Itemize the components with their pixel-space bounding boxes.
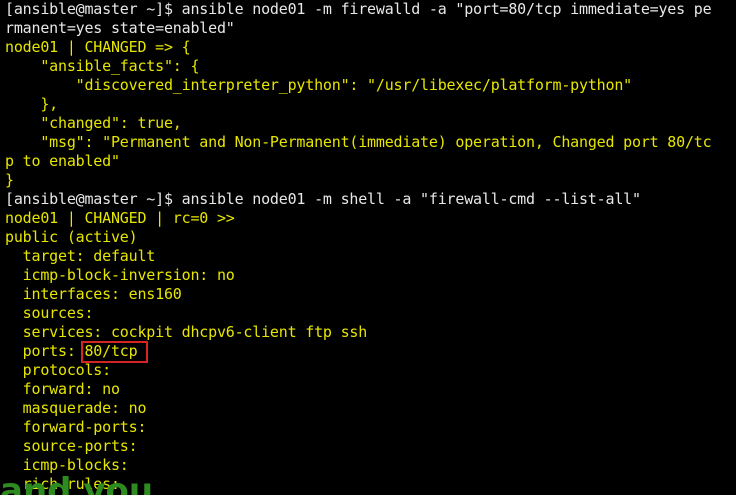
terminal-line-4: "ansible_facts": { <box>5 57 200 75</box>
terminal-line-12: node01 | CHANGED | rc=0 >> <box>5 209 235 227</box>
terminal-window[interactable]: [ansible@master ~]$ ansible node01 -m fi… <box>0 0 736 495</box>
ports-highlight-box <box>81 341 148 363</box>
terminal-line-8: "msg": "Permanent and Non-Permanent(imme… <box>5 133 712 151</box>
terminal-line-20: protocols: <box>5 361 112 379</box>
terminal-line-21: forward: no <box>5 380 120 398</box>
terminal-line-6: }, <box>5 95 58 113</box>
terminal-line-17: sources: <box>5 304 94 322</box>
terminal-line-10: } <box>5 171 14 189</box>
terminal-line-7: "changed": true, <box>5 114 182 132</box>
terminal-line-14: target: default <box>5 247 156 265</box>
terminal-line-1: [ansible@master ~]$ ansible node01 -m fi… <box>5 0 712 18</box>
terminal-line-24: source-ports: <box>5 437 138 455</box>
terminal-line-23: forward-ports: <box>5 418 147 436</box>
terminal-line-18: services: cockpit dhcpv6-client ftp ssh <box>5 323 368 341</box>
terminal-line-3: node01 | CHANGED => { <box>5 38 191 56</box>
terminal-line-5: "discovered_interpreter_python": "/usr/l… <box>5 76 633 94</box>
terminal-line-16: interfaces: ens160 <box>5 285 182 303</box>
terminal-line-15: icmp-block-inversion: no <box>5 266 235 284</box>
terminal-line-2: rmanent=yes state=enabled" <box>5 19 235 37</box>
terminal-line-9: p to enabled" <box>5 152 120 170</box>
terminal-line-13: public (active) <box>5 228 138 246</box>
overlay-caption: and you <box>0 471 154 495</box>
terminal-line-22: masquerade: no <box>5 399 147 417</box>
terminal-line-11: [ansible@master ~]$ ansible node01 -m sh… <box>5 190 641 208</box>
